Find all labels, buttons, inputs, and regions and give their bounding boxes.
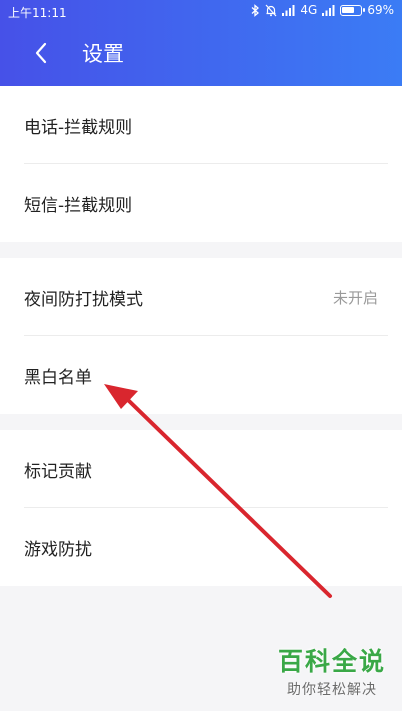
list-item-label: 游戏防扰 [24,539,92,560]
back-button[interactable] [22,36,62,70]
watermark-title: 百科全说 [277,647,386,676]
battery-level [342,6,355,13]
watermark: 百科全说 助你轻松解决 [276,647,388,699]
list-item-label: 电话-拦截规则 [24,117,133,138]
network-type: 4G [300,3,318,17]
bell-off-icon [265,4,277,17]
signal-icon [282,4,295,16]
settings-group-privacy: 夜间防打扰模式 未开启 黑白名单 [0,258,402,414]
bluetooth-icon [251,3,260,17]
battery-percent: 69% [367,3,394,17]
mark-contribution[interactable]: 标记贡献 [0,430,402,508]
status-bar: 上午11:11 4G 69% [0,0,402,24]
page-title: 设置 [82,42,124,66]
night-mode-status: 未开启 [332,288,378,307]
game-anti-disturb[interactable]: 游戏防扰 [0,508,402,586]
list-item-label: 短信-拦截规则 [24,195,133,216]
list-item-label: 黑白名单 [24,367,92,388]
signal-icon [322,4,335,16]
settings-group-other: 标记贡献 游戏防扰 [0,430,402,586]
list-item-label: 标记贡献 [24,461,92,482]
sms-interception-rules[interactable]: 短信-拦截规则 [0,164,402,242]
status-icons: 4G 69% [251,3,394,17]
settings-list: 电话-拦截规则 短信-拦截规则 夜间防打扰模式 未开启 黑白名单 标记贡献 游戏… [0,86,402,586]
battery-icon [340,4,366,16]
settings-group-interception: 电话-拦截规则 短信-拦截规则 [0,86,402,242]
chevron-left-icon [35,42,47,64]
black-white-list[interactable]: 黑白名单 [0,336,402,414]
call-interception-rules[interactable]: 电话-拦截规则 [0,86,402,164]
app-header: 上午11:11 4G 69% 设置 [0,0,402,86]
status-time: 上午11:11 [8,6,67,20]
watermark-subtitle: 助你轻松解决 [287,682,377,698]
night-do-not-disturb[interactable]: 夜间防打扰模式 未开启 [0,258,402,336]
list-item-label: 夜间防打扰模式 [24,289,143,310]
